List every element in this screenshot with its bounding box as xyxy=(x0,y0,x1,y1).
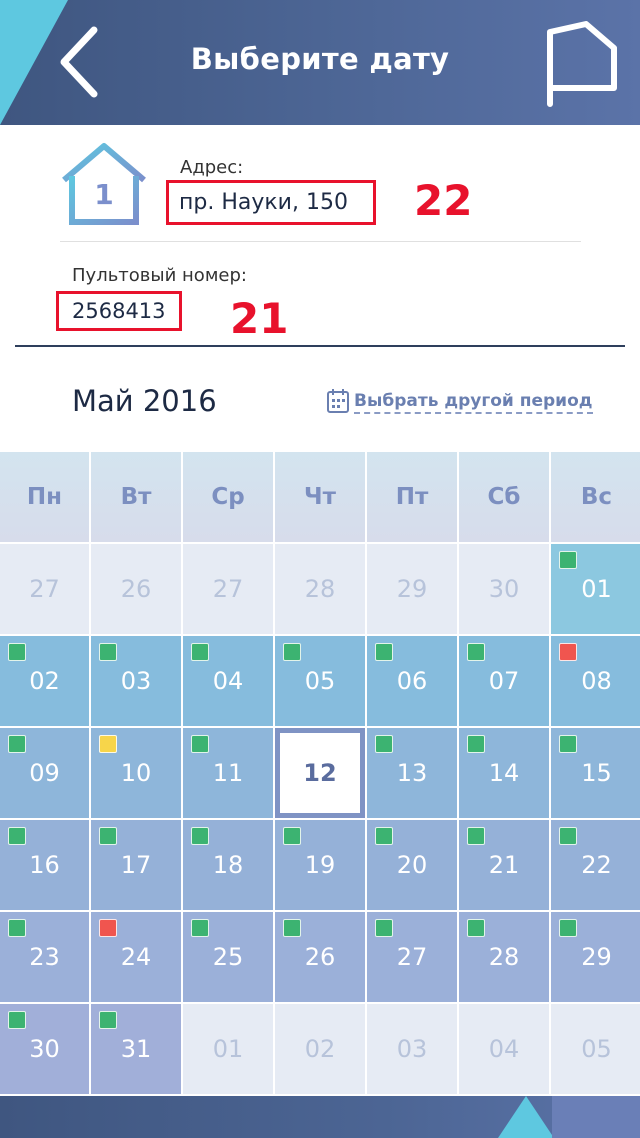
weekday-header: Вт xyxy=(91,452,181,542)
weekday-header: Чт xyxy=(275,452,365,542)
status-marker xyxy=(559,827,577,845)
address-annotation: 22 xyxy=(414,176,473,225)
day-cell[interactable]: 13 xyxy=(367,728,457,818)
pult-annotation: 21 xyxy=(230,294,289,343)
day-cell[interactable]: 19 xyxy=(275,820,365,910)
status-marker xyxy=(8,1011,26,1029)
day-cell[interactable]: 05 xyxy=(275,636,365,726)
day-cell[interactable]: 11 xyxy=(183,728,273,818)
status-marker xyxy=(375,735,393,753)
month-title: Май 2016 xyxy=(72,384,217,418)
day-cell[interactable]: 06 xyxy=(367,636,457,726)
pult-number-label: Пультовый номер: xyxy=(72,265,247,286)
status-marker xyxy=(559,643,577,661)
day-cell[interactable]: 30 xyxy=(0,1004,89,1094)
status-marker xyxy=(99,919,117,937)
status-marker xyxy=(467,643,485,661)
status-marker xyxy=(191,643,209,661)
weekday-header: Пт xyxy=(367,452,457,542)
status-marker xyxy=(99,643,117,661)
day-cell: 02 xyxy=(275,1004,365,1094)
day-cell[interactable]: 01 xyxy=(551,544,640,634)
day-cell[interactable]: 25 xyxy=(183,912,273,1002)
status-marker xyxy=(99,735,117,753)
day-cell: 30 xyxy=(459,544,549,634)
day-cell: 04 xyxy=(459,1004,549,1094)
day-cell: 03 xyxy=(367,1004,457,1094)
app-header: Выберите дату xyxy=(0,0,640,125)
weekday-header: Пн xyxy=(0,452,89,542)
footer-decoration xyxy=(552,1096,640,1138)
day-cell[interactable]: 03 xyxy=(91,636,181,726)
weekday-header: Сб xyxy=(459,452,549,542)
pult-number-value: 2568413 xyxy=(56,291,182,331)
day-cell: 29 xyxy=(367,544,457,634)
status-marker xyxy=(283,827,301,845)
status-marker xyxy=(375,827,393,845)
status-marker xyxy=(8,643,26,661)
status-marker xyxy=(375,643,393,661)
status-marker xyxy=(191,827,209,845)
day-cell: 01 xyxy=(183,1004,273,1094)
weekday-header: Вс xyxy=(551,452,640,542)
day-cell[interactable]: 22 xyxy=(551,820,640,910)
day-cell: 27 xyxy=(0,544,89,634)
day-cell[interactable]: 08 xyxy=(551,636,640,726)
day-cell[interactable]: 24 xyxy=(91,912,181,1002)
calendar-icon xyxy=(327,389,349,413)
flag-icon[interactable] xyxy=(538,18,622,110)
day-cell[interactable]: 31 xyxy=(91,1004,181,1094)
status-marker xyxy=(191,735,209,753)
status-marker xyxy=(375,919,393,937)
divider xyxy=(60,241,581,242)
status-marker xyxy=(559,919,577,937)
day-cell[interactable]: 29 xyxy=(551,912,640,1002)
day-cell[interactable]: 20 xyxy=(367,820,457,910)
day-cell[interactable]: 26 xyxy=(275,912,365,1002)
status-marker xyxy=(559,735,577,753)
day-cell[interactable]: 18 xyxy=(183,820,273,910)
day-cell[interactable]: 09 xyxy=(0,728,89,818)
status-marker xyxy=(99,1011,117,1029)
day-cell: 26 xyxy=(91,544,181,634)
day-cell[interactable]: 15 xyxy=(551,728,640,818)
status-marker xyxy=(8,827,26,845)
choose-period-link[interactable]: Выбрать другой период xyxy=(326,384,593,414)
day-cell[interactable]: 17 xyxy=(91,820,181,910)
status-marker xyxy=(283,643,301,661)
section-divider xyxy=(15,345,625,347)
address-label: Адрес: xyxy=(180,157,244,178)
day-cell[interactable]: 02 xyxy=(0,636,89,726)
status-marker xyxy=(467,919,485,937)
status-marker xyxy=(8,735,26,753)
day-cell[interactable]: 07 xyxy=(459,636,549,726)
day-cell: 27 xyxy=(183,544,273,634)
status-marker xyxy=(8,919,26,937)
status-marker xyxy=(99,827,117,845)
day-cell[interactable]: 16 xyxy=(0,820,89,910)
status-marker xyxy=(559,551,577,569)
footer-decoration xyxy=(498,1096,554,1138)
app-footer xyxy=(0,1096,640,1138)
day-cell[interactable]: 27 xyxy=(367,912,457,1002)
choose-period-label: Выбрать другой период xyxy=(354,391,593,414)
status-marker xyxy=(467,735,485,753)
calendar-grid: Пн Вт Ср Чт Пт Сб Вс 27 26 27 28 29 30 01 02 03 0… xyxy=(0,452,640,1094)
address-value: пр. Науки, 150 xyxy=(166,180,376,225)
day-cell[interactable]: 28 xyxy=(459,912,549,1002)
day-cell[interactable]: 04 xyxy=(183,636,273,726)
status-marker xyxy=(283,919,301,937)
house-number: 1 xyxy=(94,178,113,211)
day-cell-selected[interactable]: 12 xyxy=(275,728,365,818)
day-cell: 05 xyxy=(551,1004,640,1094)
house-icon: 1 xyxy=(62,143,146,225)
status-marker xyxy=(467,827,485,845)
day-cell[interactable]: 14 xyxy=(459,728,549,818)
day-cell: 28 xyxy=(275,544,365,634)
day-cell[interactable]: 21 xyxy=(459,820,549,910)
status-marker xyxy=(191,919,209,937)
weekday-header: Ср xyxy=(183,452,273,542)
day-cell[interactable]: 10 xyxy=(91,728,181,818)
day-cell[interactable]: 23 xyxy=(0,912,89,1002)
